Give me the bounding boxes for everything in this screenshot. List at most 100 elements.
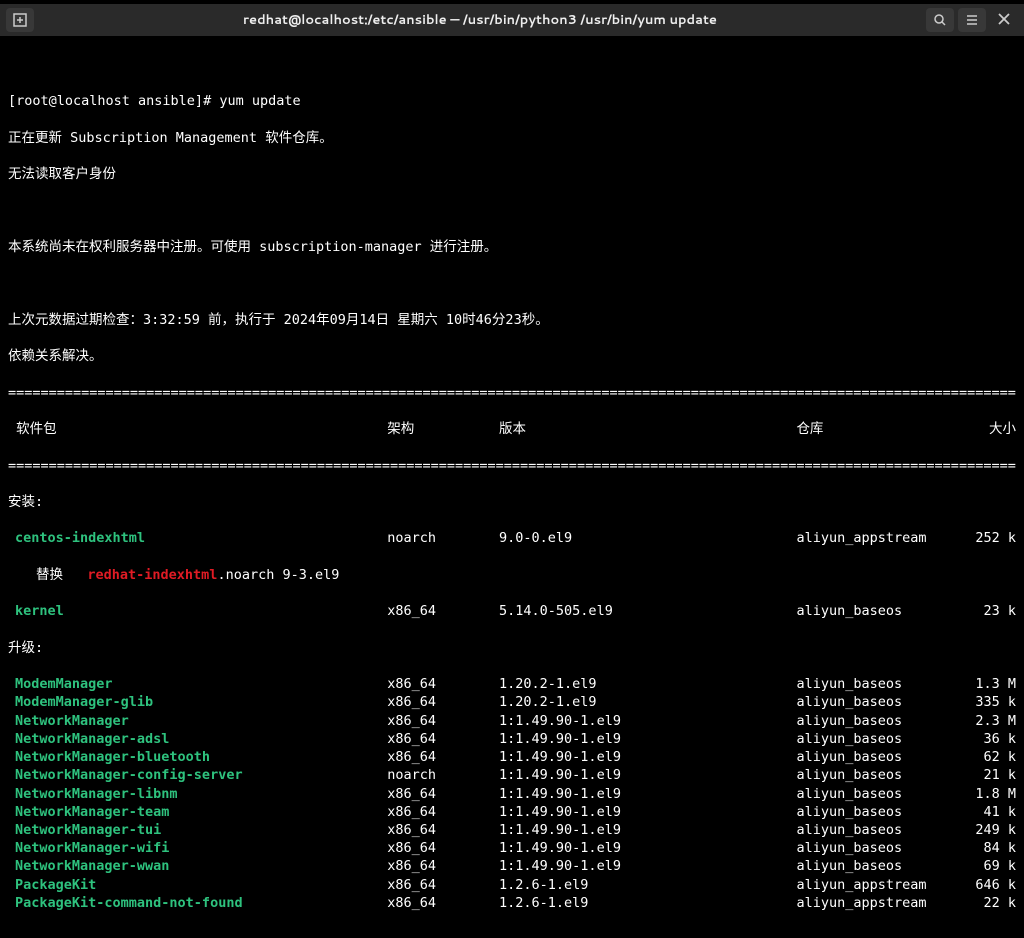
package-repo: aliyun_baseos xyxy=(796,766,956,784)
package-name: NetworkManager-tui xyxy=(8,821,387,839)
package-version: 1:1.49.90-1.el9 xyxy=(499,821,796,839)
package-size: 1.3 M xyxy=(956,675,1016,693)
package-version: 1.2.6-1.el9 xyxy=(499,894,796,912)
package-repo: aliyun_appstream xyxy=(796,876,956,894)
package-arch: x86_64 xyxy=(387,785,499,803)
package-version: 1:1.49.90-1.el9 xyxy=(499,839,796,857)
package-size: 646 k xyxy=(956,876,1016,894)
package-arch: x86_64 xyxy=(387,876,499,894)
prompt-line: [root@localhost ansible]# yum update xyxy=(8,92,1016,110)
package-row: NetworkManager-tuix86_641:1.49.90-1.el9a… xyxy=(8,821,1016,839)
search-button[interactable] xyxy=(926,8,954,32)
package-name: NetworkManager-config-server xyxy=(8,766,387,784)
package-name: PackageKit xyxy=(8,876,387,894)
output-line: 无法读取客户身份 xyxy=(8,165,1016,183)
separator-line: ========================================… xyxy=(8,384,1016,402)
replace-suffix: .noarch 9-3.el9 xyxy=(217,567,339,583)
header-repo: 仓库 xyxy=(796,420,956,438)
package-repo: aliyun_baseos xyxy=(796,748,956,766)
package-name: ModemManager xyxy=(8,675,387,693)
package-name: NetworkManager-wwan xyxy=(8,857,387,875)
package-repo: aliyun_baseos xyxy=(796,839,956,857)
package-size: 1.8 M xyxy=(956,785,1016,803)
package-arch: x86_64 xyxy=(387,748,499,766)
package-repo: aliyun_baseos xyxy=(796,693,956,711)
package-name: NetworkManager-adsl xyxy=(8,730,387,748)
package-row: kernel x86_64 5.14.0-505.el9 aliyun_base… xyxy=(8,602,1016,620)
header-version: 版本 xyxy=(499,420,796,438)
package-version: 1:1.49.90-1.el9 xyxy=(499,712,796,730)
package-arch: x86_64 xyxy=(387,675,499,693)
package-repo: aliyun_appstream xyxy=(796,529,956,547)
replace-row: 替换 redhat-indexhtml.noarch 9-3.el9 xyxy=(8,566,1016,584)
package-arch: x86_64 xyxy=(387,821,499,839)
output-line: 本系统尚未在权利服务器中注册。可使用 subscription-manager … xyxy=(8,238,1016,256)
package-version: 1.20.2-1.el9 xyxy=(499,693,796,711)
package-row: NetworkManager-wwanx86_641:1.49.90-1.el9… xyxy=(8,857,1016,875)
package-arch: x86_64 xyxy=(387,712,499,730)
package-name: centos-indexhtml xyxy=(8,529,387,547)
package-repo: aliyun_baseos xyxy=(796,712,956,730)
install-section-label: 安装: xyxy=(8,493,1016,511)
package-version: 1:1.49.90-1.el9 xyxy=(499,785,796,803)
package-name: NetworkManager-team xyxy=(8,803,387,821)
table-header-row: 软件包 架构 版本 仓库 大小 xyxy=(8,420,1016,438)
package-arch: x86_64 xyxy=(387,857,499,875)
close-button[interactable] xyxy=(990,8,1018,32)
package-arch: x86_64 xyxy=(387,602,499,620)
header-size: 大小 xyxy=(956,420,1016,438)
package-repo: aliyun_baseos xyxy=(796,602,956,620)
window-title: redhat@localhost:/etc/ansible — /usr/bin… xyxy=(38,11,922,29)
package-version: 9.0-0.el9 xyxy=(499,529,796,547)
package-size: 252 k xyxy=(956,529,1016,547)
close-icon xyxy=(998,13,1010,25)
package-row: ModemManager-glibx86_641.20.2-1.el9aliyu… xyxy=(8,693,1016,711)
package-size: 21 k xyxy=(956,766,1016,784)
titlebar: redhat@localhost:/etc/ansible — /usr/bin… xyxy=(0,4,1024,36)
output-line xyxy=(8,274,1016,292)
package-size: 23 k xyxy=(956,602,1016,620)
package-repo: aliyun_baseos xyxy=(796,821,956,839)
package-row: PackageKitx86_641.2.6-1.el9aliyun_appstr… xyxy=(8,876,1016,894)
package-repo: aliyun_baseos xyxy=(796,803,956,821)
package-arch: noarch xyxy=(387,529,499,547)
package-size: 249 k xyxy=(956,821,1016,839)
package-repo: aliyun_baseos xyxy=(796,730,956,748)
package-version: 1:1.49.90-1.el9 xyxy=(499,766,796,784)
titlebar-right xyxy=(926,8,1018,32)
package-name: ModemManager-glib xyxy=(8,693,387,711)
package-version: 1:1.49.90-1.el9 xyxy=(499,748,796,766)
output-line: 上次元数据过期检查：3:32:59 前，执行于 2024年09月14日 星期六 … xyxy=(8,311,1016,329)
package-version: 5.14.0-505.el9 xyxy=(499,602,796,620)
package-arch: x86_64 xyxy=(387,803,499,821)
package-repo: aliyun_baseos xyxy=(796,675,956,693)
package-arch: x86_64 xyxy=(387,839,499,857)
package-row: centos-indexhtml noarch 9.0-0.el9 aliyun… xyxy=(8,529,1016,547)
terminal-output[interactable]: [root@localhost ansible]# yum update 正在更… xyxy=(0,36,1024,938)
package-name: PackageKit-command-not-found xyxy=(8,894,387,912)
package-row: NetworkManager-adslx86_641:1.49.90-1.el9… xyxy=(8,730,1016,748)
new-tab-button[interactable] xyxy=(6,8,34,32)
package-version: 1.2.6-1.el9 xyxy=(499,876,796,894)
upgrade-section-label: 升级: xyxy=(8,639,1016,657)
package-size: 36 k xyxy=(956,730,1016,748)
package-size: 22 k xyxy=(956,894,1016,912)
package-row: NetworkManager-teamx86_641:1.49.90-1.el9… xyxy=(8,803,1016,821)
package-repo: aliyun_appstream xyxy=(796,894,956,912)
package-row: NetworkManager-config-servernoarch1:1.49… xyxy=(8,766,1016,784)
separator-line: ========================================… xyxy=(8,457,1016,475)
package-version: 1:1.49.90-1.el9 xyxy=(499,730,796,748)
package-size: 41 k xyxy=(956,803,1016,821)
package-row: NetworkManager-wifix86_641:1.49.90-1.el9… xyxy=(8,839,1016,857)
package-name: NetworkManager-wifi xyxy=(8,839,387,857)
package-size: 62 k xyxy=(956,748,1016,766)
package-row: ModemManagerx86_641.20.2-1.el9aliyun_bas… xyxy=(8,675,1016,693)
package-size: 84 k xyxy=(956,839,1016,857)
menu-button[interactable] xyxy=(958,8,986,32)
package-repo: aliyun_baseos xyxy=(796,857,956,875)
new-tab-icon xyxy=(13,13,27,27)
output-line: 正在更新 Subscription Management 软件仓库。 xyxy=(8,129,1016,147)
package-repo: aliyun_baseos xyxy=(796,785,956,803)
package-row: NetworkManager-libnmx86_641:1.49.90-1.el… xyxy=(8,785,1016,803)
package-size: 335 k xyxy=(956,693,1016,711)
